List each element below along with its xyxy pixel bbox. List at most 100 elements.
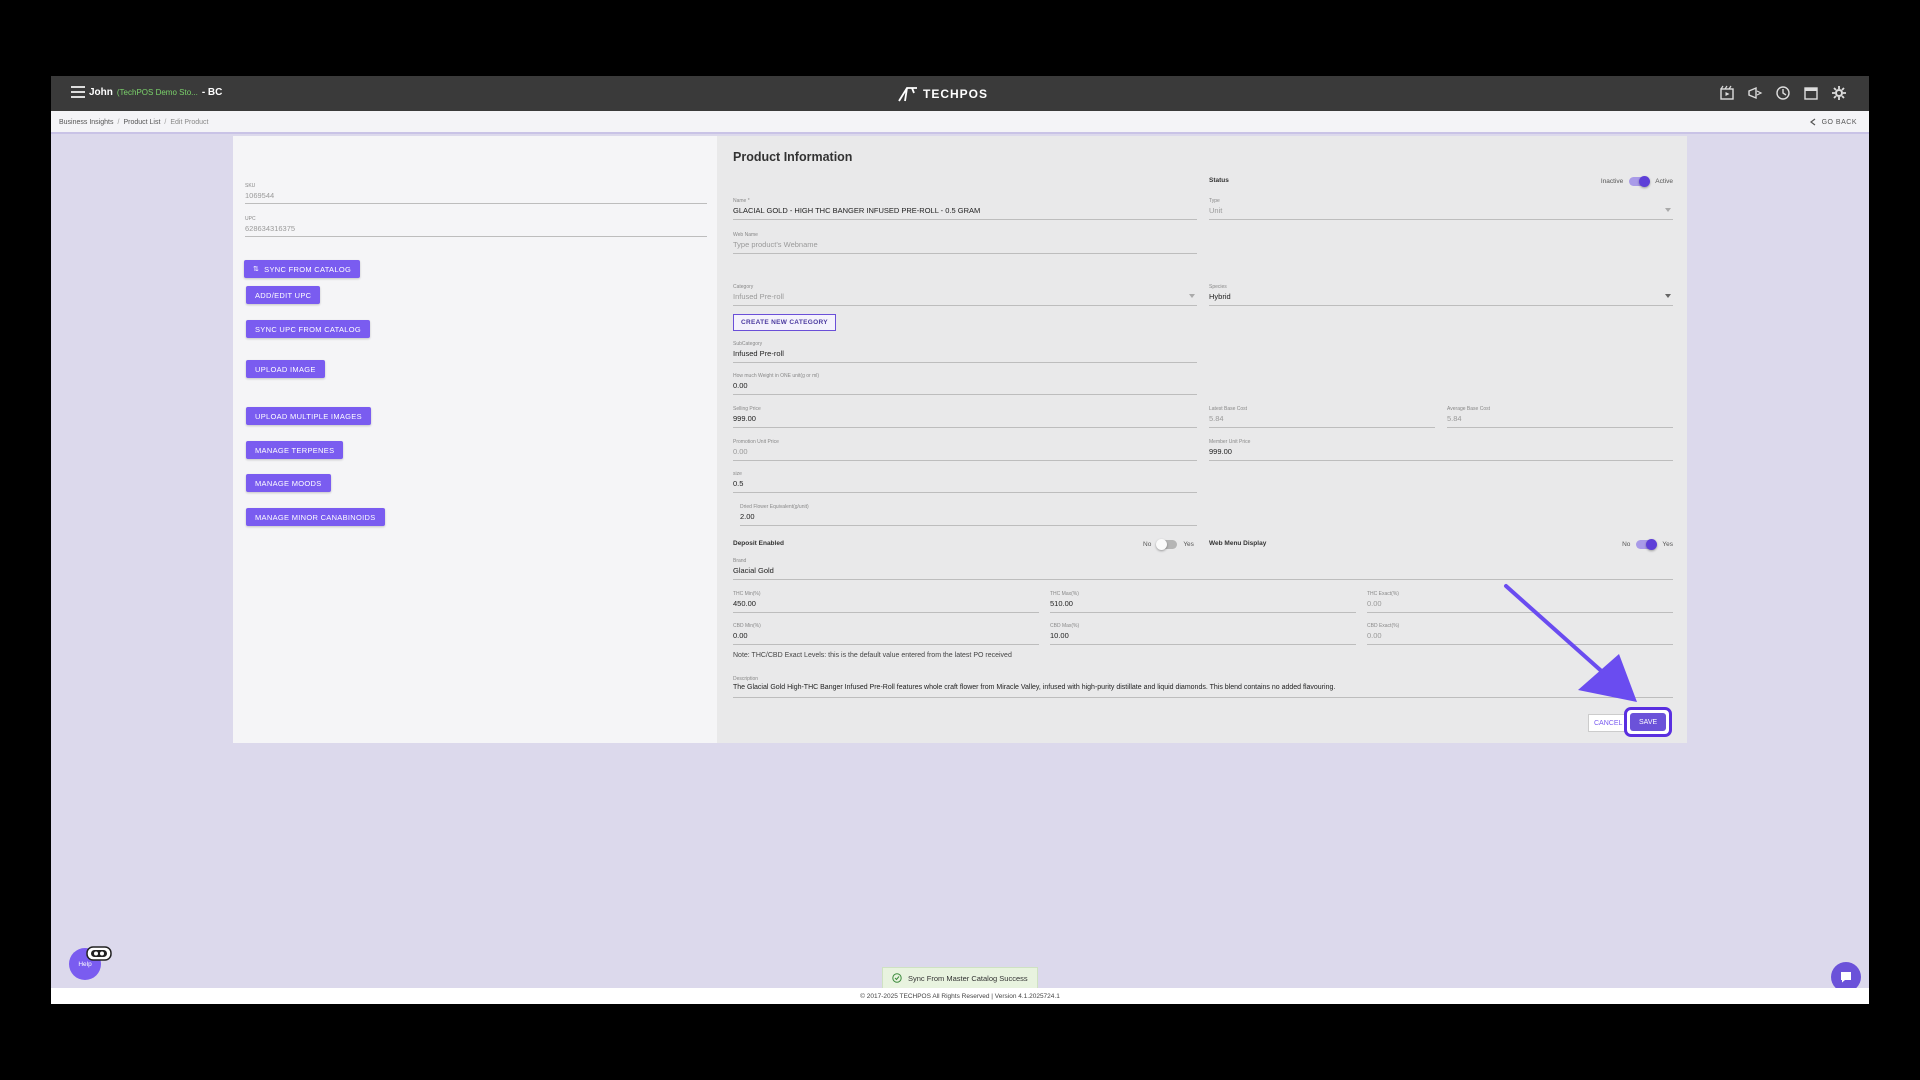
description-value: The Glacial Gold High-THC Banger Infused… bbox=[733, 684, 1336, 691]
cbd-min-field[interactable]: CBD Min(%) 0.00 bbox=[733, 623, 1039, 645]
cancel-button[interactable]: CANCEL bbox=[1588, 714, 1629, 732]
web-name-input[interactable]: Web Name Type product's Webname bbox=[733, 232, 1197, 254]
techpos-logo: TECHPOS bbox=[897, 84, 988, 104]
region-label: - BC bbox=[201, 87, 223, 98]
user-store-label: John (TechPOS Demo Sto... - BC bbox=[89, 87, 222, 98]
top-bar: John (TechPOS Demo Sto... - BC TECHPOS bbox=[51, 76, 1869, 111]
add-edit-upc-button[interactable]: ADD/EDIT UPC bbox=[246, 286, 321, 304]
promotion-price-field[interactable]: Promotion Unit Price 0.00 bbox=[733, 439, 1197, 461]
go-back-label: GO BACK bbox=[1821, 118, 1857, 126]
status-active-label: Active bbox=[1655, 178, 1673, 185]
save-button-highlight: SAVE bbox=[1624, 707, 1673, 737]
upload-image-button[interactable]: UPLOAD IMAGE bbox=[246, 360, 325, 378]
robot-icon bbox=[86, 946, 112, 961]
cbd-exact-value: 0.00 bbox=[1367, 631, 1382, 640]
category-select[interactable]: Category Infused Pre-roll bbox=[733, 284, 1197, 306]
sku-value: 1069544 bbox=[245, 191, 275, 200]
upload-multiple-images-button[interactable]: UPLOAD MULTIPLE IMAGES bbox=[246, 407, 371, 425]
thc-min-value: 450.00 bbox=[733, 599, 756, 608]
breadcrumb-separator: / bbox=[117, 119, 120, 126]
category-value: Infused Pre-roll bbox=[733, 292, 784, 301]
subcategory-label: SubCategory bbox=[733, 341, 763, 347]
weight-field[interactable]: How much Weight in ONE unit(g or ml) 0.0… bbox=[733, 373, 1197, 395]
web-menu-display-label: Web Menu Display bbox=[1209, 540, 1267, 547]
selling-price-label: Selling Price bbox=[733, 406, 761, 412]
subcategory-field[interactable]: SubCategory Infused Pre-roll bbox=[733, 341, 1197, 363]
thc-max-value: 510.00 bbox=[1050, 599, 1073, 608]
status-inactive-label: Inactive bbox=[1600, 178, 1624, 185]
chevron-left-icon bbox=[1809, 118, 1815, 126]
selling-price-field[interactable]: Selling Price 999.00 bbox=[733, 406, 1197, 428]
megaphone-icon[interactable] bbox=[1747, 85, 1763, 101]
species-label: Species bbox=[1209, 284, 1227, 290]
status-toggle[interactable] bbox=[1629, 176, 1651, 187]
sku-field: SKU 1069544 bbox=[245, 183, 707, 204]
thc-exact-value: 0.00 bbox=[1367, 599, 1382, 608]
latest-base-cost-value: 5.84 bbox=[1209, 414, 1224, 423]
toggle-knob bbox=[1156, 539, 1168, 550]
member-price-value: 999.00 bbox=[1209, 447, 1232, 456]
species-select[interactable]: Species Hybrid bbox=[1209, 284, 1673, 306]
toggle-knob bbox=[1646, 539, 1658, 550]
hamburger-menu-icon[interactable] bbox=[71, 86, 85, 98]
cbd-min-value: 0.00 bbox=[733, 631, 748, 640]
deposit-enabled-toggle[interactable] bbox=[1156, 539, 1178, 550]
store-name: (TechPOS Demo Sto... bbox=[116, 88, 198, 97]
sync-upc-from-catalog-button[interactable]: SYNC UPC FROM CATALOG bbox=[246, 320, 371, 338]
web-name-placeholder: Type product's Webname bbox=[733, 240, 818, 249]
dried-flower-value: 2.00 bbox=[740, 512, 755, 521]
manage-terpenes-button[interactable]: MANAGE TERPENES bbox=[246, 441, 344, 459]
deposit-enabled-label: Deposit Enabled bbox=[733, 540, 784, 547]
video-icon[interactable] bbox=[1719, 85, 1735, 101]
footer-copyright: © 2017-2025 TECHPOS All Rights Reserved … bbox=[860, 992, 1060, 1000]
cbd-max-label: CBD Max(%) bbox=[1050, 623, 1080, 629]
name-field[interactable]: Name * GLACIAL GOLD - HIGH THC BANGER IN… bbox=[733, 198, 1197, 220]
product-actions-panel: SKU 1069544 UPC 628634316375 ⇅ SYNC FROM … bbox=[233, 136, 717, 743]
size-label: size bbox=[733, 471, 742, 477]
deposit-yes-label: Yes bbox=[1183, 541, 1194, 548]
sync-from-catalog-label: SYNC FROM CATALOG bbox=[264, 264, 352, 274]
calendar-icon[interactable] bbox=[1803, 85, 1819, 101]
member-price-field[interactable]: Member Unit Price 999.00 bbox=[1209, 439, 1673, 461]
size-field[interactable]: size 0.5 bbox=[733, 471, 1197, 493]
upc-label: UPC bbox=[245, 216, 256, 222]
sync-from-catalog-button[interactable]: ⇅ SYNC FROM CATALOG bbox=[244, 260, 361, 278]
create-new-category-button[interactable]: CREATE NEW CATEGORY bbox=[733, 314, 836, 331]
manage-moods-button[interactable]: MANAGE MOODS bbox=[246, 474, 331, 492]
species-value: Hybrid bbox=[1209, 292, 1231, 301]
clock-icon[interactable] bbox=[1775, 85, 1791, 101]
web-menu-toggle-row: No Yes bbox=[1622, 539, 1673, 550]
upc-field: UPC 628634316375 bbox=[245, 216, 707, 237]
toast-message: Sync From Master Catalog Success bbox=[908, 973, 1028, 983]
breadcrumb: Business Insights / Product List / Edit Pr… bbox=[51, 111, 1869, 134]
gear-icon[interactable] bbox=[1831, 85, 1847, 101]
breadcrumb-product-list[interactable]: Product List bbox=[123, 119, 160, 126]
description-field[interactable]: Description The Glacial Gold High-THC Ba… bbox=[733, 676, 1673, 698]
weight-label: How much Weight in ONE unit(g or ml) bbox=[733, 373, 820, 379]
thc-max-field[interactable]: THC Max(%) 510.00 bbox=[1050, 591, 1356, 613]
go-back-button[interactable]: GO BACK bbox=[1809, 118, 1857, 126]
manage-minor-canabinoids-button[interactable]: MANAGE MINOR CANABINOIDS bbox=[246, 508, 385, 526]
dried-flower-field[interactable]: Dried Flower Equivalent(g/unit) 2.00 bbox=[740, 504, 1197, 526]
breadcrumb-business-insights[interactable]: Business Insights bbox=[59, 119, 113, 126]
brand-label: Brand bbox=[733, 558, 747, 564]
average-base-cost-field: Average Base Cost 5.84 bbox=[1447, 406, 1673, 428]
weight-value: 0.00 bbox=[733, 381, 748, 390]
breadcrumb-separator: / bbox=[164, 119, 167, 126]
brand-name: TECHPOS bbox=[923, 87, 989, 101]
web-menu-no-label: No bbox=[1622, 541, 1631, 548]
selling-price-value: 999.00 bbox=[733, 414, 756, 423]
dried-flower-label: Dried Flower Equivalent(g/unit) bbox=[740, 504, 809, 510]
cbd-exact-label: CBD Exact(%) bbox=[1367, 623, 1400, 629]
thc-min-field[interactable]: THC Min(%) 450.00 bbox=[733, 591, 1039, 613]
brand-field[interactable]: Brand Glacial Gold bbox=[733, 558, 1673, 580]
techpos-logo-icon bbox=[898, 87, 917, 102]
deposit-toggle-row: No Yes bbox=[1143, 539, 1194, 550]
cbd-max-field[interactable]: CBD Max(%) 10.00 bbox=[1050, 623, 1356, 645]
average-base-cost-value: 5.84 bbox=[1447, 414, 1462, 423]
save-button[interactable]: SAVE bbox=[1630, 713, 1667, 731]
web-menu-display-toggle[interactable] bbox=[1636, 539, 1658, 550]
category-label: Category bbox=[733, 284, 754, 290]
type-select[interactable]: Type Unit bbox=[1209, 198, 1673, 220]
web-menu-yes-label: Yes bbox=[1662, 541, 1673, 548]
